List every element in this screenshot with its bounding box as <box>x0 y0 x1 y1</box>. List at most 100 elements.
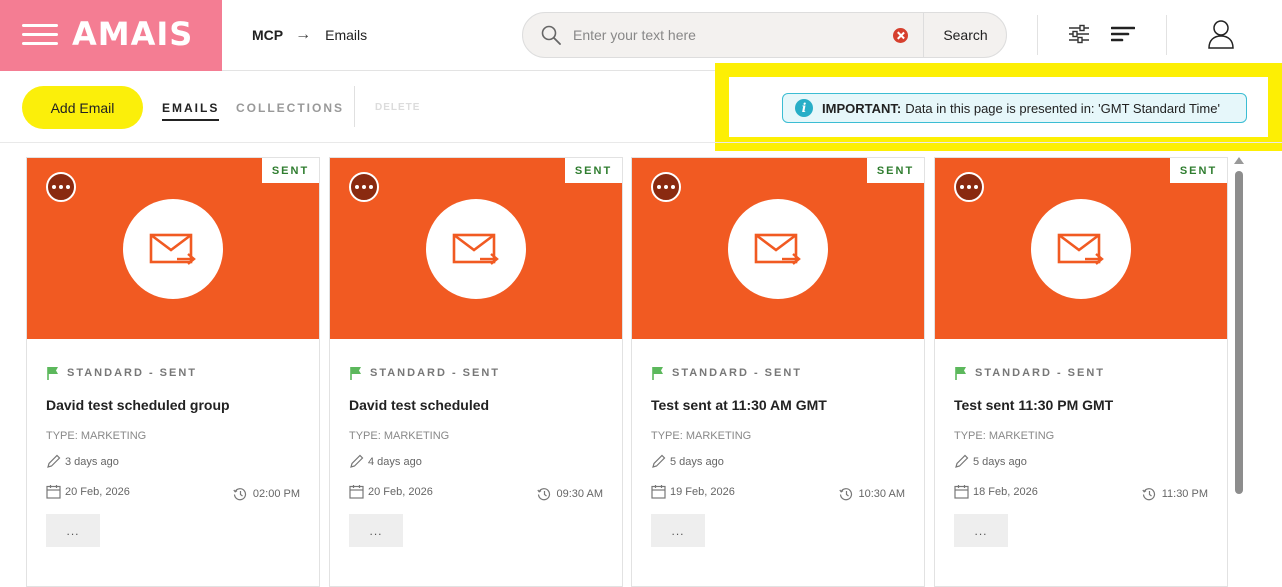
scrollbar[interactable] <box>1234 157 1244 574</box>
clock-icon <box>838 488 852 501</box>
card-more-button[interactable]: ... <box>651 514 705 547</box>
card-date: 20 Feb, 2026 <box>46 484 130 499</box>
toolbar-divider <box>354 86 355 127</box>
mail-send-icon <box>1031 199 1131 299</box>
card-title[interactable]: David test scheduled group <box>46 397 230 413</box>
flag-icon <box>652 367 663 380</box>
notice-text: Data in this page is presented in: 'GMT … <box>905 100 1220 116</box>
clock-icon <box>233 488 246 501</box>
card-banner: SENT <box>935 158 1227 339</box>
card-edited-label: 4 days ago <box>368 455 422 468</box>
edit-icon <box>652 454 666 468</box>
card-date: 20 Feb, 2026 <box>349 484 433 499</box>
card-more-button[interactable]: ... <box>954 514 1008 547</box>
calendar-icon <box>651 485 666 499</box>
hamburger-icon[interactable] <box>22 24 58 46</box>
card-status: STANDARD - SENT <box>46 366 197 380</box>
card-banner: SENT <box>330 158 622 339</box>
card-type: TYPE: MARKETING <box>954 430 1055 442</box>
breadcrumb-current: Emails <box>325 27 368 43</box>
card-status-label: STANDARD - SENT <box>975 367 1106 379</box>
header-divider <box>1037 15 1038 55</box>
toolbar-bottom-divider <box>0 142 1282 143</box>
card-status-label: STANDARD - SENT <box>672 367 803 379</box>
calendar-icon <box>954 485 969 499</box>
card-time: 09:30 AM <box>536 487 603 501</box>
info-icon: i <box>795 99 813 117</box>
card-more-button[interactable]: ... <box>46 514 100 547</box>
edit-icon <box>350 454 364 468</box>
search-input[interactable] <box>573 21 883 49</box>
card-date: 18 Feb, 2026 <box>954 484 1038 499</box>
card-time-label: 09:30 AM <box>556 488 603 500</box>
app-logo[interactable]: AMAIS <box>72 15 193 53</box>
menu-dots-icon[interactable] <box>651 172 681 202</box>
card-date: 19 Feb, 2026 <box>651 484 735 499</box>
card-date-label: 19 Feb, 2026 <box>670 485 735 498</box>
search-icon <box>541 25 561 45</box>
card-edited: 3 days ago <box>46 454 119 469</box>
email-card[interactable]: SENT STANDARD - SENT David test schedule… <box>329 157 623 587</box>
status-badge: SENT <box>867 158 924 183</box>
add-email-button[interactable]: Add Email <box>22 86 143 129</box>
brand-bar: AMAIS <box>0 0 222 71</box>
app-header: AMAIS MCP → Emails Search <box>0 0 1282 71</box>
status-badge: SENT <box>1170 158 1227 183</box>
email-card[interactable]: SENT STANDARD - SENT Test sent 11:30 PM … <box>934 157 1228 587</box>
header-divider <box>1166 15 1167 55</box>
tab-emails[interactable]: EMAILS <box>162 101 220 121</box>
card-time: 02:00 PM <box>233 487 300 501</box>
card-edited-label: 5 days ago <box>670 455 724 468</box>
menu-dots-icon[interactable] <box>46 172 76 202</box>
scroll-up-arrow-icon[interactable] <box>1234 157 1244 164</box>
user-icon[interactable] <box>1207 19 1235 49</box>
menu-dots-icon[interactable] <box>349 172 379 202</box>
flag-icon <box>955 367 966 380</box>
clock-icon <box>1142 488 1155 501</box>
tab-collections[interactable]: COLLECTIONS <box>236 101 344 115</box>
card-status: STANDARD - SENT <box>651 366 802 380</box>
timezone-notice: i IMPORTANT: Data in this page is presen… <box>782 93 1247 123</box>
card-type: TYPE: MARKETING <box>349 430 450 442</box>
breadcrumb-root[interactable]: MCP <box>252 27 283 43</box>
card-status: STANDARD - SENT <box>349 366 500 380</box>
card-edited: 5 days ago <box>954 454 1027 469</box>
card-edited-label: 3 days ago <box>65 455 119 468</box>
card-time: 11:30 PM <box>1142 487 1208 501</box>
card-edited: 4 days ago <box>349 454 422 469</box>
card-banner: SENT <box>27 158 319 339</box>
edit-icon <box>47 454 61 468</box>
status-badge: SENT <box>262 158 319 183</box>
card-edited: 5 days ago <box>651 454 724 469</box>
flag-icon <box>47 367 58 380</box>
card-title[interactable]: David test scheduled <box>349 397 489 413</box>
email-card[interactable]: SENT STANDARD - SENT David test schedule… <box>26 157 320 587</box>
card-title[interactable]: Test sent 11:30 PM GMT <box>954 397 1113 413</box>
card-banner: SENT <box>632 158 924 339</box>
mail-send-icon <box>123 199 223 299</box>
search-button[interactable]: Search <box>923 13 1007 57</box>
card-type: TYPE: MARKETING <box>46 430 147 442</box>
card-more-button[interactable]: ... <box>349 514 403 547</box>
card-type: TYPE: MARKETING <box>651 430 752 442</box>
card-time: 10:30 AM <box>838 487 905 501</box>
status-badge: SENT <box>565 158 622 183</box>
card-edited-label: 5 days ago <box>973 455 1027 468</box>
menu-dots-icon[interactable] <box>954 172 984 202</box>
mail-send-icon <box>728 199 828 299</box>
card-title[interactable]: Test sent at 11:30 AM GMT <box>651 397 827 413</box>
calendar-icon <box>349 485 364 499</box>
sort-icon[interactable] <box>1111 22 1135 46</box>
card-date-label: 18 Feb, 2026 <box>973 485 1038 498</box>
clock-icon <box>536 488 550 501</box>
email-card[interactable]: SENT STANDARD - SENT Test sent at 11:30 … <box>631 157 925 587</box>
card-status-label: STANDARD - SENT <box>67 367 198 379</box>
mail-send-icon <box>426 199 526 299</box>
card-time-label: 10:30 AM <box>858 488 905 500</box>
delete-button[interactable]: DELETE <box>375 102 420 113</box>
calendar-icon <box>46 485 61 499</box>
scroll-thumb[interactable] <box>1235 171 1243 494</box>
clear-icon[interactable] <box>893 28 908 43</box>
card-status-label: STANDARD - SENT <box>370 367 501 379</box>
filter-icon[interactable] <box>1067 22 1091 46</box>
